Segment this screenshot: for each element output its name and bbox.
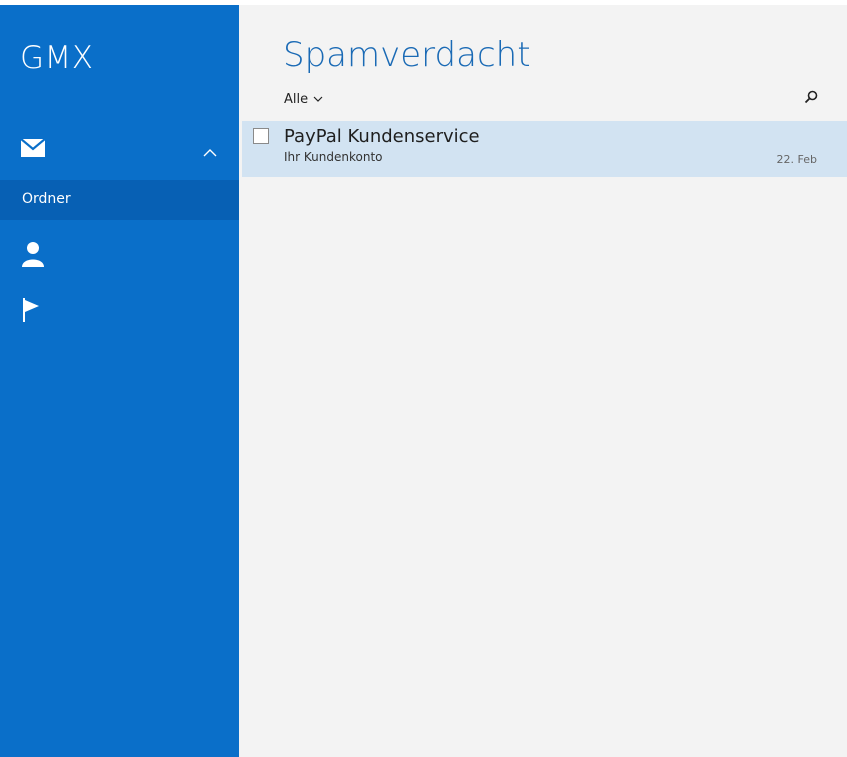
sidebar-item-label: Ordner	[22, 191, 71, 207]
filter-label: Alle	[284, 92, 309, 107]
sidebar-item-folders[interactable]: Ordner	[0, 180, 239, 220]
chevron-up-icon[interactable]	[203, 143, 217, 162]
message-list-pane: Spamverdacht Alle PayPal Kundenservice I…	[239, 5, 847, 757]
message-date: 22. Feb	[776, 153, 817, 166]
mail-app: GMX Ordner Spamverdacht Alle PayPal Kund…	[0, 5, 847, 757]
list-item[interactable]: PayPal Kundenservice Ihr Kundenkonto 22.…	[242, 121, 847, 177]
envelope-icon	[20, 138, 46, 162]
select-checkbox[interactable]	[253, 128, 269, 144]
filter-dropdown[interactable]: Alle	[284, 92, 323, 107]
message-subject: Ihr Kundenkonto	[284, 150, 383, 164]
sidebar: GMX Ordner	[0, 5, 239, 757]
message-sender: PayPal Kundenservice	[284, 126, 480, 147]
app-brand: GMX	[20, 40, 94, 76]
sidebar-item-mail[interactable]	[0, 129, 239, 179]
flag-icon[interactable]	[23, 298, 41, 326]
search-icon[interactable]	[804, 89, 818, 108]
chevron-down-icon	[313, 92, 323, 107]
page-title: Spamverdacht	[283, 35, 531, 75]
person-icon[interactable]	[21, 241, 45, 271]
